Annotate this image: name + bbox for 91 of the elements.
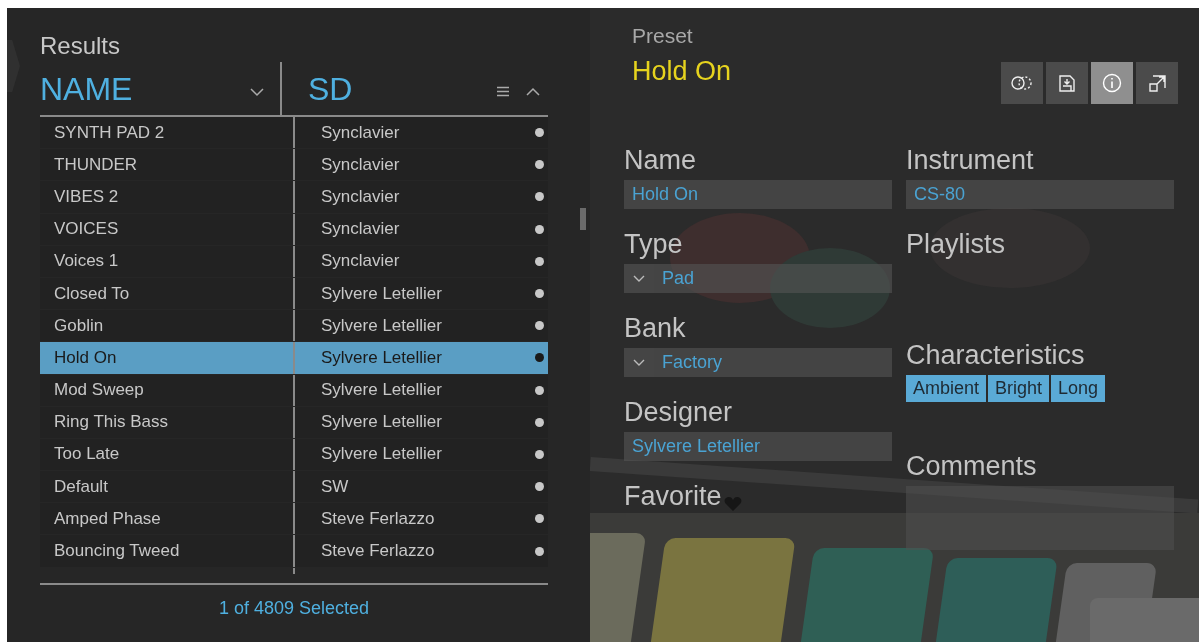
designer-name: Synclavier bbox=[321, 154, 400, 175]
comments-field[interactable] bbox=[906, 486, 1174, 550]
field-label: Designer bbox=[624, 396, 734, 428]
instrument-field[interactable]: CS-80 bbox=[906, 180, 1174, 209]
preset-name: Bouncing Tweed bbox=[54, 541, 180, 562]
result-row[interactable]: THUNDER Synclavier bbox=[40, 149, 548, 182]
preset-name: VOICES bbox=[54, 219, 119, 240]
characteristic-tag[interactable]: Bright bbox=[988, 375, 1050, 402]
result-row[interactable]: Too Late Sylvere Letellier bbox=[40, 438, 548, 472]
dot-icon bbox=[535, 546, 544, 556]
characteristic-tag[interactable]: Long bbox=[1051, 375, 1106, 402]
designer-name: Steve Ferlazzo bbox=[321, 508, 435, 529]
result-row[interactable]: Amped Phase Steve Ferlazzo bbox=[40, 503, 548, 536]
dot-icon bbox=[535, 224, 544, 234]
info-button[interactable] bbox=[1091, 62, 1133, 104]
result-row[interactable]: Closed To Sylvere Letellier bbox=[40, 277, 548, 311]
preset-name: Default bbox=[54, 476, 108, 497]
designer-name: SW bbox=[321, 476, 349, 497]
preset-label: Preset bbox=[632, 24, 694, 48]
result-row[interactable]: Hold On Sylvere Letellier bbox=[40, 342, 548, 375]
designer-name: Synclavier bbox=[321, 122, 400, 143]
dot-icon bbox=[535, 289, 544, 299]
name-field[interactable]: Hold On bbox=[624, 180, 892, 209]
dot-icon bbox=[535, 160, 544, 170]
preset-name: Hold On bbox=[54, 347, 117, 368]
field-label: Type bbox=[624, 228, 684, 260]
compare-button[interactable] bbox=[1001, 62, 1043, 104]
designer-name: Sylvere Letellier bbox=[321, 412, 442, 433]
designer-name: Sylvere Letellier bbox=[321, 347, 442, 368]
preset-name: Amped Phase bbox=[54, 508, 161, 529]
designer-name: Sylvere Letellier bbox=[321, 283, 442, 304]
designer-name: Synclavier bbox=[321, 251, 400, 272]
preset-name: Goblin bbox=[54, 315, 104, 336]
scrollbar[interactable] bbox=[580, 208, 586, 230]
caret-down-icon bbox=[633, 358, 645, 367]
result-row[interactable]: Ring This Bass Sylvere Letellier bbox=[40, 406, 548, 439]
dot-icon bbox=[535, 192, 544, 202]
result-row[interactable]: VIBES 2 Synclavier bbox=[40, 181, 548, 214]
preset-name: THUNDER bbox=[54, 154, 138, 175]
column-header[interactable]: SD bbox=[308, 71, 353, 108]
field-label: Comments bbox=[906, 450, 1038, 482]
preset-name: Ring This Bass bbox=[54, 412, 168, 433]
result-row[interactable]: SYNTH PAD 2 Synclavier bbox=[40, 117, 548, 150]
caret-down-icon bbox=[633, 274, 645, 283]
preset-name: VIBES 2 bbox=[54, 186, 119, 207]
caret-up-icon[interactable] bbox=[526, 86, 540, 97]
dot-icon bbox=[535, 417, 544, 427]
column-header[interactable]: NAME bbox=[40, 71, 133, 108]
results-title: Results bbox=[40, 32, 122, 61]
dot-icon bbox=[535, 128, 544, 138]
info-icon bbox=[1102, 73, 1122, 93]
dot-icon bbox=[535, 449, 544, 459]
expand-button[interactable] bbox=[1136, 62, 1178, 104]
circles-icon bbox=[1011, 75, 1033, 91]
designer-name: Sylvere Letellier bbox=[321, 444, 442, 465]
preset-name: Closed To bbox=[54, 283, 130, 304]
result-row[interactable]: Goblin Sylvere Letellier bbox=[40, 310, 548, 343]
field-label: Characteristics bbox=[906, 339, 1086, 371]
designer-name: Sylvere Letellier bbox=[321, 315, 442, 336]
designer-name: Synclavier bbox=[321, 219, 400, 240]
save-button[interactable] bbox=[1046, 62, 1088, 104]
dot-icon bbox=[535, 353, 544, 363]
designer-name: Synclavier bbox=[321, 186, 400, 207]
designer-name: Sylvere Letellier bbox=[321, 380, 442, 401]
menu-icon[interactable] bbox=[496, 86, 510, 97]
preset-name: Mod Sweep bbox=[54, 380, 144, 401]
field-label: Bank bbox=[624, 312, 687, 344]
field-label: Playlists bbox=[906, 228, 1007, 260]
dot-icon bbox=[535, 321, 544, 331]
result-row[interactable]: Mod Sweep Sylvere Letellier bbox=[40, 374, 548, 407]
result-row[interactable]: Bouncing Tweed Steve Ferlazzo bbox=[40, 535, 548, 568]
characteristic-tag[interactable]: Ambient bbox=[906, 375, 987, 402]
dot-icon bbox=[535, 514, 544, 524]
dot-icon bbox=[535, 482, 544, 492]
preset-title: Hold On bbox=[632, 56, 732, 87]
selection-count: 1 of 4809 Selected bbox=[217, 597, 371, 619]
result-row[interactable]: Voices 1 Synclavier bbox=[40, 245, 548, 278]
field-label: Name bbox=[624, 144, 698, 176]
result-row[interactable]: VOICES Synclavier bbox=[40, 213, 548, 246]
result-row[interactable]: Default SW bbox=[40, 471, 548, 504]
preset-name: Voices 1 bbox=[54, 251, 119, 272]
preset-name: Too Late bbox=[54, 444, 120, 465]
caret-down-icon[interactable] bbox=[250, 86, 264, 97]
designer-name: Steve Ferlazzo bbox=[321, 541, 435, 562]
dot-icon bbox=[535, 385, 544, 395]
preset-name: SYNTH PAD 2 bbox=[54, 122, 165, 143]
expand-icon bbox=[1148, 74, 1166, 92]
field-label: Instrument bbox=[906, 144, 1035, 176]
dot-icon bbox=[535, 256, 544, 266]
save-icon bbox=[1059, 74, 1075, 92]
field-label: Favorite bbox=[624, 480, 722, 512]
